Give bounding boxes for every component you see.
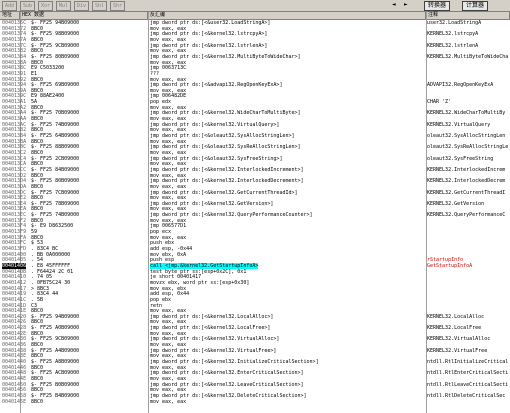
toolbar-shr-button[interactable]: Shr: [110, 1, 126, 11]
toolbar: Add Sub Xor Mul Div Shl Shr ◄ ► 转换器 计算器: [0, 0, 510, 12]
forward-arrow-icon[interactable]: ►: [404, 1, 408, 9]
toolbar-xor-button[interactable]: Xor: [38, 1, 54, 11]
toolbar-shl-button[interactable]: Shl: [92, 1, 108, 11]
toolbar-mul-button[interactable]: Mul: [56, 1, 72, 11]
column-header: 地址 HEX 数据 反汇编 注释: [0, 12, 510, 20]
calculator-button[interactable]: 计算器: [462, 1, 489, 11]
converter-button[interactable]: 转换器: [424, 1, 451, 11]
toolbar-add-button[interactable]: Add: [2, 1, 18, 11]
table-row[interactable]: 0040145E 8BC0 mov eax, eax: [0, 399, 510, 405]
header-address[interactable]: 地址: [0, 12, 20, 19]
header-comment[interactable]: 注释: [426, 12, 510, 19]
toolbar-div-button[interactable]: Div: [74, 1, 90, 11]
address-cell: 0040145E: [2, 398, 27, 405]
hex-cell: 8BC0: [31, 398, 44, 405]
header-hex[interactable]: HEX 数据: [20, 12, 148, 19]
back-arrow-icon[interactable]: ◄: [392, 1, 396, 9]
toolbar-sub-button[interactable]: Sub: [20, 1, 36, 11]
header-disassembly[interactable]: 反汇编: [148, 12, 426, 19]
disassembly-cell: mov eax, eax: [150, 398, 187, 405]
